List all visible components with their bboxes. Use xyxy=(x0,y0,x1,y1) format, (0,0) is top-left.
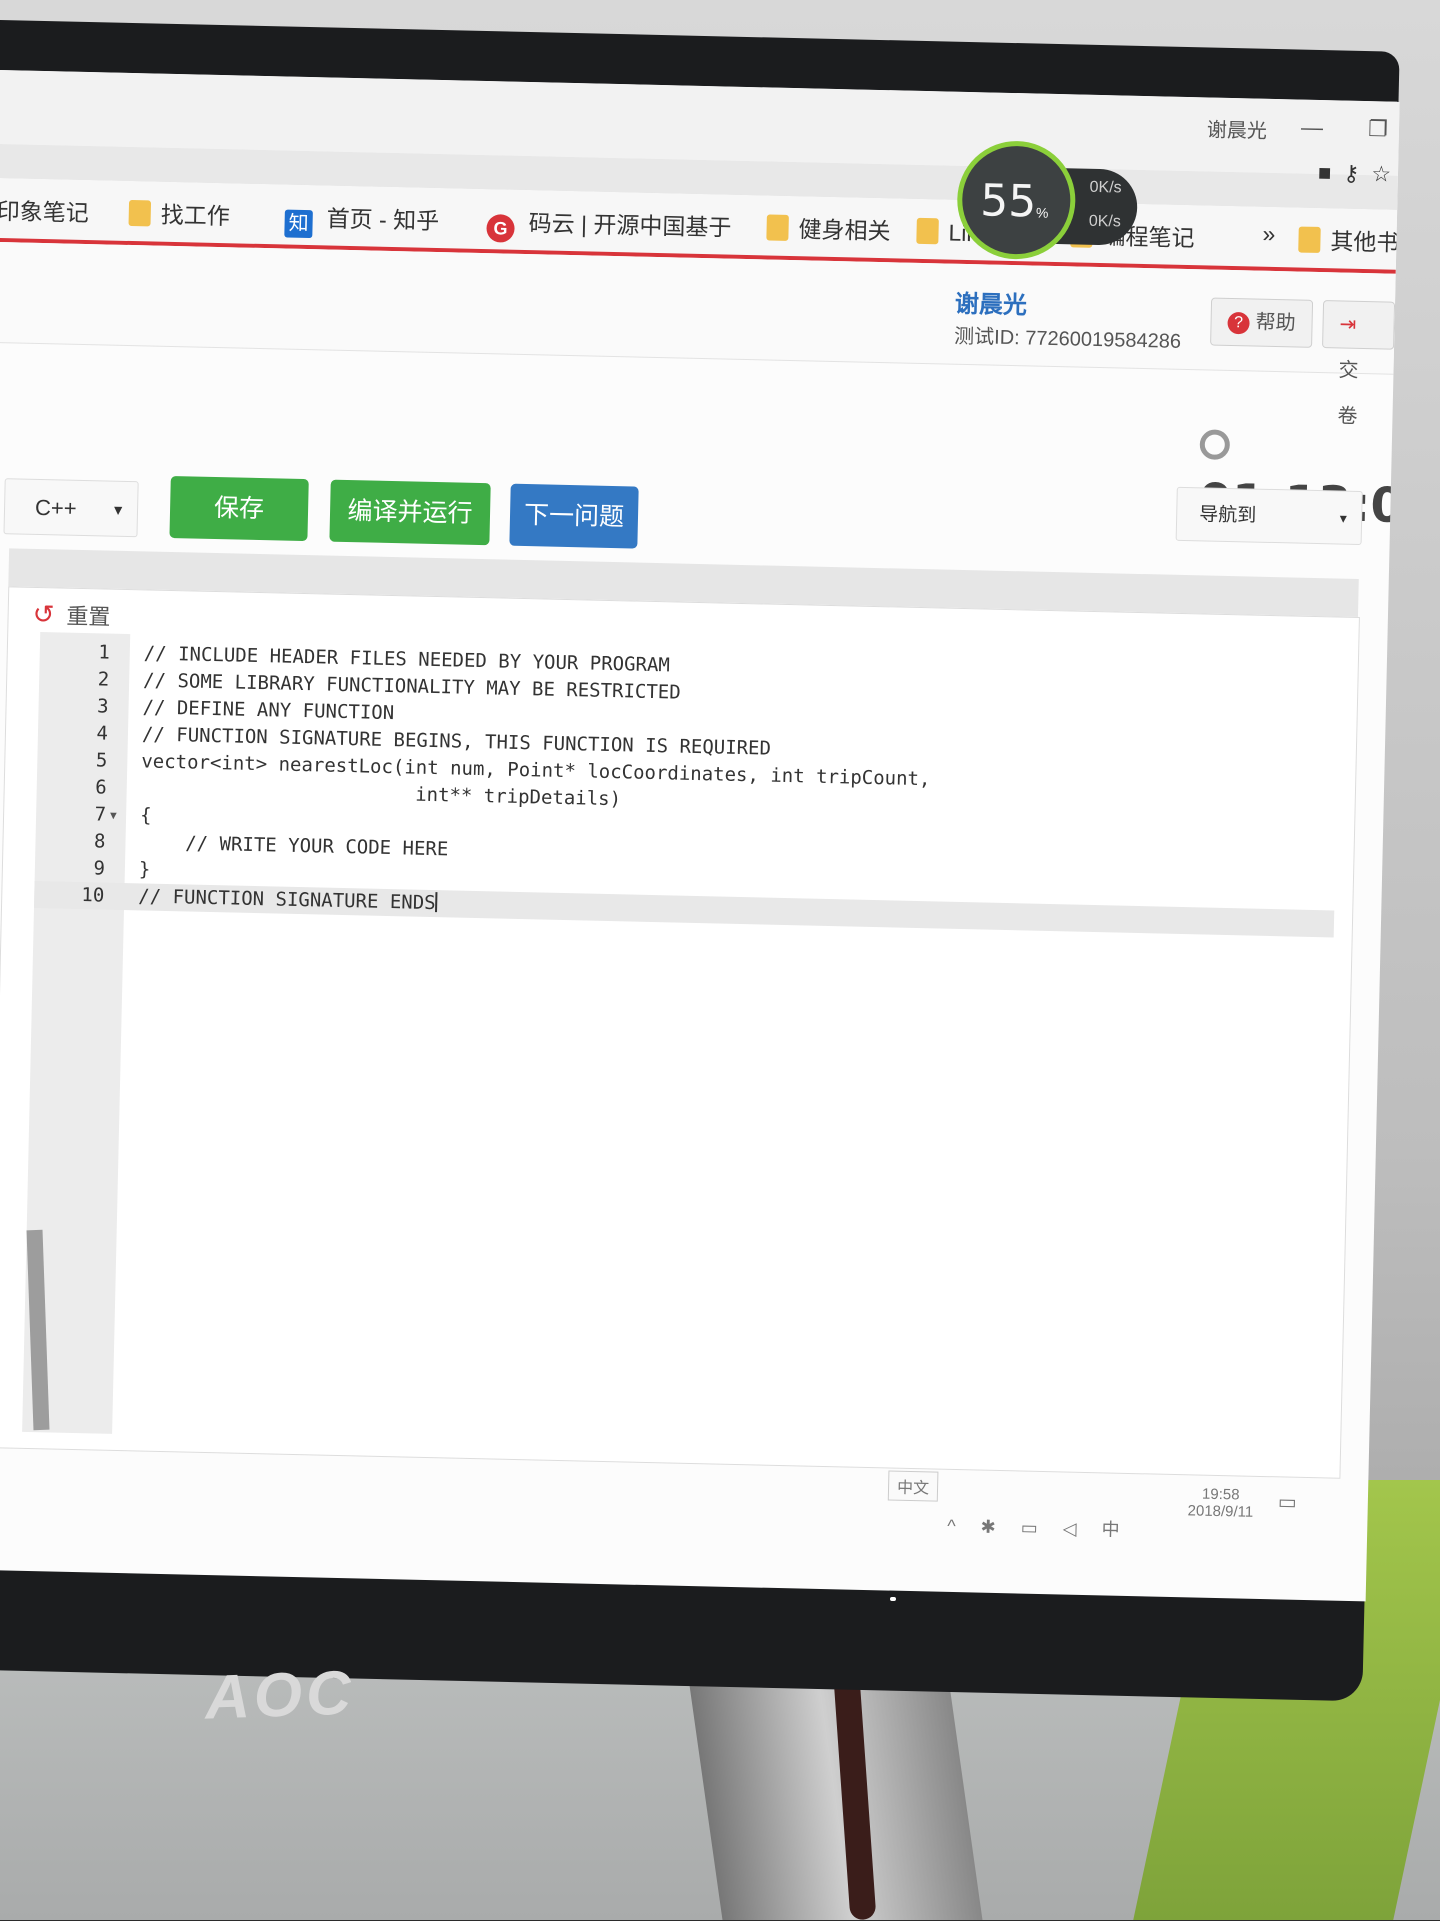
compile-run-button[interactable]: 编译并运行 xyxy=(329,479,491,546)
folder-icon xyxy=(766,214,789,241)
tray-icons[interactable]: ^ ✱ ▭ ◁ 中 xyxy=(947,1512,1130,1542)
bookmark-zhihu[interactable]: 知首页 - 知乎 xyxy=(284,199,439,241)
browser-toolbar-icons: ■⚷☆ xyxy=(1318,160,1400,188)
maximize-button[interactable]: ❐ xyxy=(1355,111,1400,148)
bookmark-gitee[interactable]: G 码云 | 开源中国基于 xyxy=(486,203,732,248)
clock-icon xyxy=(1199,429,1231,460)
submit-button[interactable]: ⇥交卷 xyxy=(1322,300,1396,428)
notification-icon[interactable]: ▭ xyxy=(1278,1489,1297,1514)
chevron-down-icon: ▼ xyxy=(111,501,126,518)
candidate-name: 谢晨光 xyxy=(954,290,1028,320)
bookmark-other[interactable]: 其他书 xyxy=(1298,222,1400,258)
star-icon[interactable]: ☆ xyxy=(1371,161,1399,187)
code-line-text: // FUNCTION SIGNATURE ENDS xyxy=(138,885,438,915)
question-icon: ? xyxy=(1227,311,1250,335)
zhihu-icon: 知 xyxy=(284,209,313,239)
fold-arrow-icon[interactable]: ▼ xyxy=(110,802,117,829)
bookmark-jobs[interactable]: 找工作 xyxy=(128,195,230,231)
gitee-icon: G xyxy=(486,214,515,243)
upload-speed: 0K/s xyxy=(1089,178,1122,197)
chevron-up-icon[interactable]: ^ xyxy=(947,1516,966,1536)
code-editor[interactable]: ↺ 重置 1// INCLUDE HEADER FILES NEEDED BY Y… xyxy=(0,586,1360,1479)
bookmark-evernote[interactable]: 印象笔记 xyxy=(0,192,89,228)
power-led xyxy=(890,1597,896,1601)
text-cursor xyxy=(435,892,438,913)
browser-user[interactable]: 谢晨光 xyxy=(1207,113,1268,143)
minimize-button[interactable]: — xyxy=(1289,109,1336,146)
camera-icon[interactable]: ■ xyxy=(1318,160,1344,186)
speed-percent: 55 xyxy=(979,175,1037,228)
monitor-logo: AOC xyxy=(203,1658,356,1733)
bookmark-fitness[interactable]: 健身相关 xyxy=(766,209,891,246)
folder-icon xyxy=(916,217,939,245)
help-button[interactable]: ? 帮助 xyxy=(1210,297,1314,348)
code-content[interactable]: 1// INCLUDE HEADER FILES NEEDED BY YOUR … xyxy=(33,638,1340,938)
volume-icon[interactable]: ◁ xyxy=(1063,1518,1087,1539)
ime-select[interactable]: 中文 xyxy=(887,1470,939,1502)
reset-button[interactable]: ↺ 重置 xyxy=(32,598,111,632)
reset-icon: ↺ xyxy=(32,598,55,630)
taskbar-clock[interactable]: 19:58 2018/9/11 xyxy=(1187,1485,1253,1521)
ime-lang[interactable]: 中 xyxy=(1101,1519,1129,1540)
download-speed: 0K/s xyxy=(1088,212,1122,231)
folder-icon xyxy=(1298,226,1321,253)
language-select[interactable]: C++ ▼ xyxy=(3,478,139,538)
network-icon[interactable]: ▭ xyxy=(1021,1518,1048,1539)
test-id: 测试ID: 77260019584286 xyxy=(953,325,1182,353)
navigate-select[interactable]: 导航到 ▼ xyxy=(1175,486,1363,546)
bluetooth-icon[interactable]: ✱ xyxy=(980,1517,1006,1538)
next-question-button[interactable]: 下一问题 xyxy=(509,483,639,549)
bookmarks-overflow-chevron[interactable]: » xyxy=(1262,221,1275,248)
chevron-down-icon: ▼ xyxy=(1337,511,1350,526)
speed-percent-sign: % xyxy=(1035,204,1049,221)
system-tray: 中文 ^ ✱ ▭ ◁ 中 19:58 2018/9/11 ▭ xyxy=(867,1470,1349,1561)
save-button[interactable]: 保存 xyxy=(169,475,309,542)
folder-icon xyxy=(128,199,152,227)
key-icon[interactable]: ⚷ xyxy=(1343,161,1372,187)
exit-icon: ⇥ xyxy=(1339,313,1357,336)
screen: 谢晨光 — ❐ 55 % ▲ 0K/s ▼ 0K/s ■⚷☆ 印象笔记 找工作 … xyxy=(0,70,1400,1602)
